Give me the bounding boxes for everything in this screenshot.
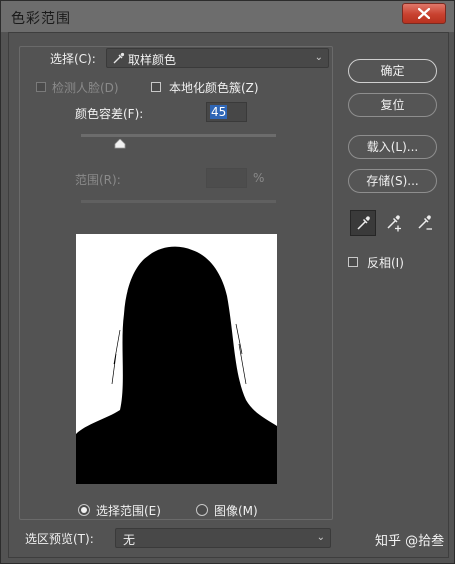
close-icon: [418, 8, 430, 19]
eyedropper-tool[interactable]: [350, 210, 376, 236]
selection-preview-label: 选区预览(T):: [25, 532, 94, 546]
radio-dot: [81, 507, 87, 513]
chevron-down-icon: ⌄: [316, 532, 325, 543]
selection-preview-value: 无: [123, 533, 136, 547]
save-button[interactable]: 存储(S)...: [348, 169, 437, 193]
select-value: 取样颜色: [128, 53, 177, 67]
view-selection-radio[interactable]: [78, 504, 90, 516]
select-dropdown[interactable]: 取样颜色 ⌄: [106, 48, 329, 68]
close-button[interactable]: [402, 3, 446, 24]
fuzziness-label: 颜色容差(F):: [75, 107, 144, 121]
range-label: 范围(R):: [75, 173, 121, 187]
range-slider-track[interactable]: [81, 200, 276, 203]
ok-button[interactable]: 确定: [348, 59, 437, 83]
detect-faces-checkbox[interactable]: [36, 82, 46, 92]
fuzziness-value: 45: [210, 105, 228, 119]
fuzziness-slider-track[interactable]: [81, 134, 276, 137]
reset-button[interactable]: 复位: [348, 93, 437, 117]
invert-checkbox[interactable]: [348, 257, 358, 267]
chevron-down-icon: ⌄: [314, 52, 323, 63]
localized-clusters-label: 本地化颜色簇(Z): [169, 81, 259, 95]
range-field[interactable]: [206, 168, 247, 188]
localized-clusters-checkbox[interactable]: [151, 82, 161, 92]
settings-group: 选择(C): 取样颜色 ⌄ 检测人脸(D) 本地化颜色簇(Z) 颜色容差(F):…: [19, 46, 333, 520]
range-unit: %: [253, 171, 265, 185]
subtract-from-sample-tool[interactable]: [412, 210, 438, 236]
view-selection-label: 选择范围(E): [96, 504, 161, 518]
person-silhouette: [76, 246, 277, 484]
fuzziness-field[interactable]: 45: [206, 102, 247, 122]
select-label: 选择(C):: [50, 52, 96, 66]
color-range-dialog: 色彩范围 选择(C): 取样颜色 ⌄ 检测人脸(D) 本地化颜色簇(Z) 颜色容…: [0, 0, 455, 564]
load-button[interactable]: 载入(L)...: [348, 135, 437, 159]
eyedropper-plus-icon: [387, 215, 401, 232]
eyedropper-icon: [357, 216, 370, 230]
detect-faces-label: 检测人脸(D): [52, 81, 119, 95]
eyedropper-minus-icon: [418, 215, 432, 230]
selection-preview-dropdown[interactable]: 无 ⌄: [115, 528, 331, 548]
fuzziness-slider-thumb[interactable]: [114, 139, 126, 149]
invert-label: 反相(I): [367, 256, 404, 270]
view-image-label: 图像(M): [214, 504, 258, 518]
title-bar[interactable]: 色彩范围: [1, 1, 454, 32]
add-to-sample-tool[interactable]: [381, 210, 407, 236]
view-image-radio[interactable]: [196, 504, 208, 516]
watermark-text: 知乎 @拾叁: [375, 534, 445, 549]
eyedropper-icon: [113, 52, 125, 64]
selection-preview-image[interactable]: [76, 234, 277, 484]
dialog-title: 色彩范围: [11, 11, 71, 27]
dialog-body: 选择(C): 取样颜色 ⌄ 检测人脸(D) 本地化颜色簇(Z) 颜色容差(F):…: [8, 32, 449, 558]
